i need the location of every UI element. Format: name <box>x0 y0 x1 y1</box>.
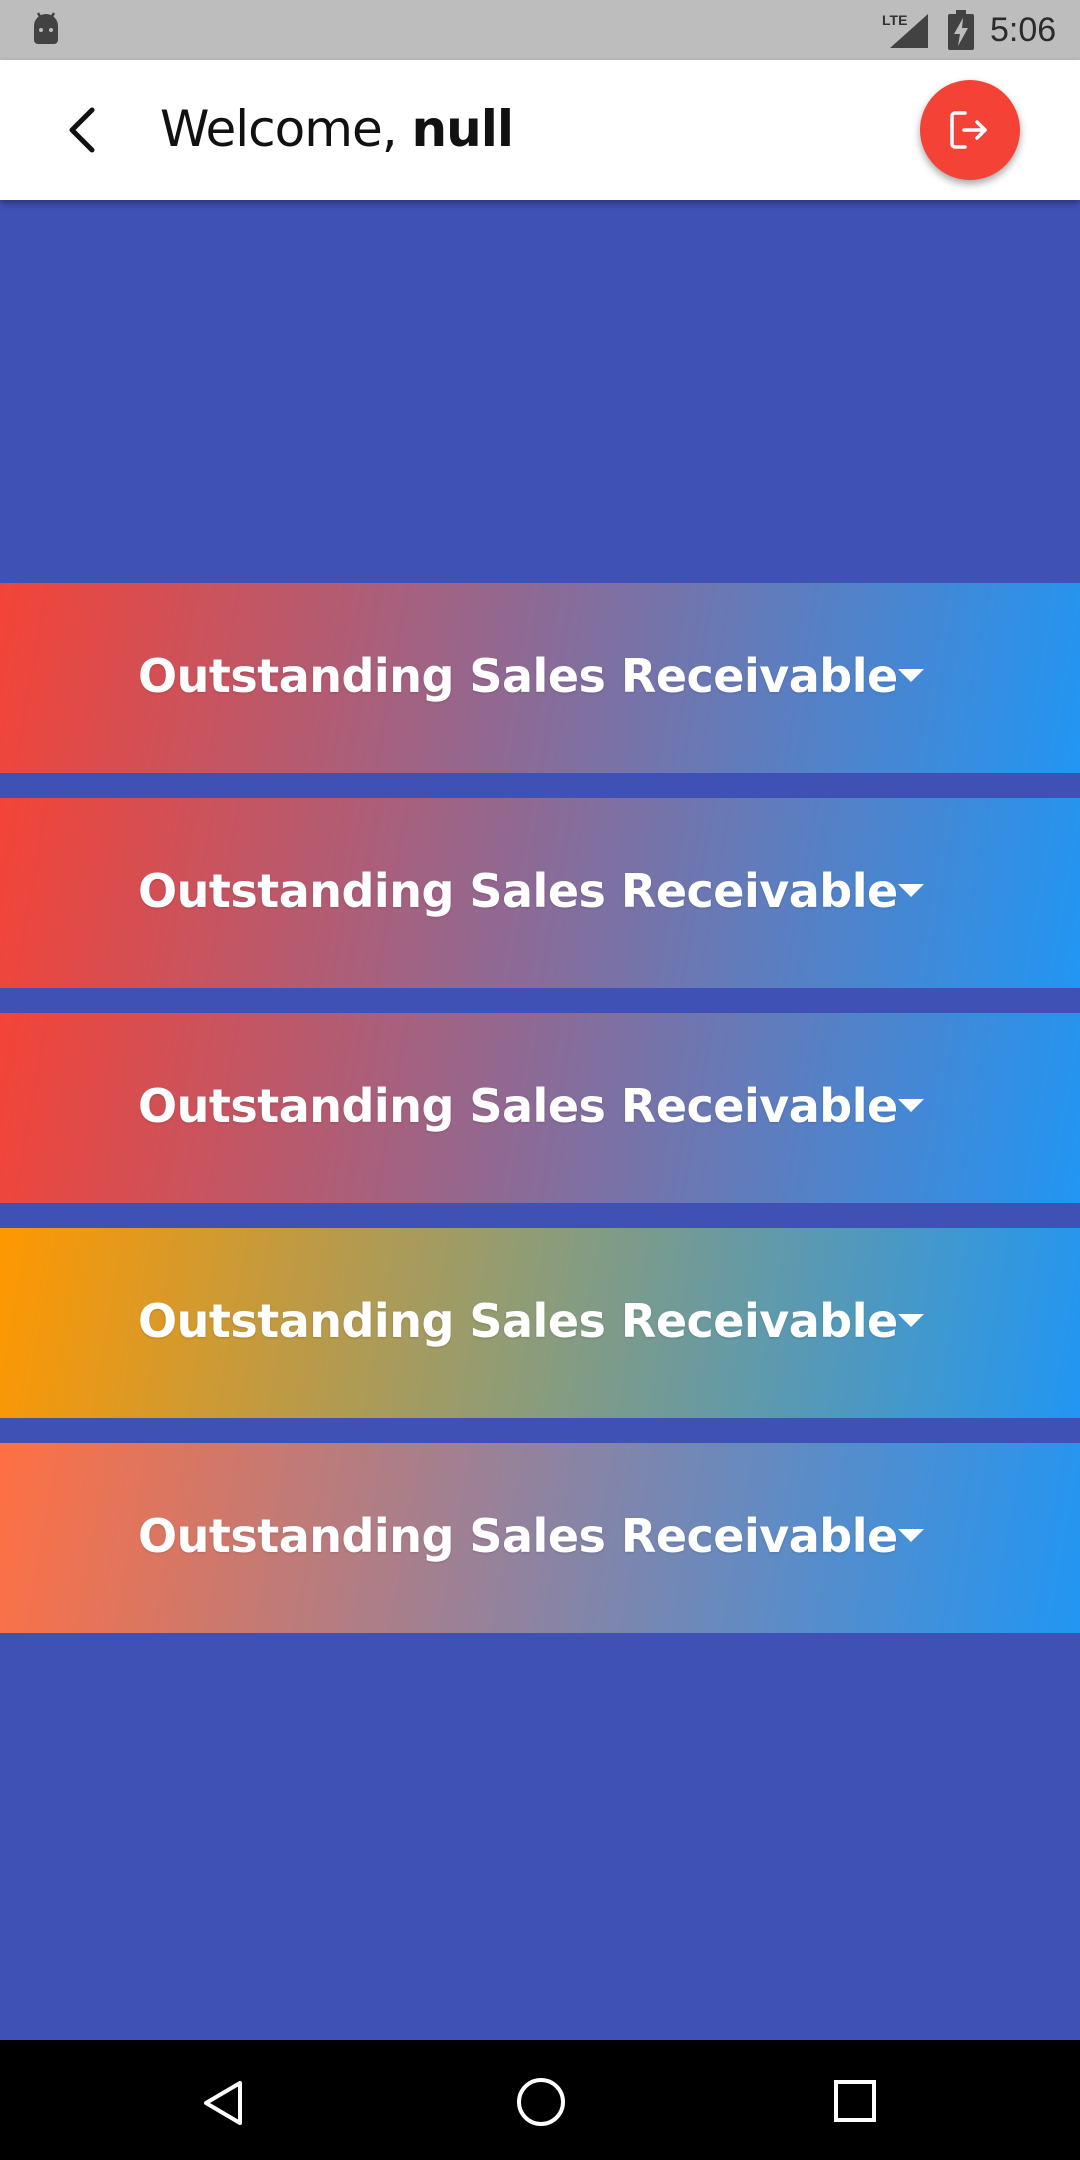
page-title: Welcome, null <box>160 100 514 158</box>
back-arrow-icon[interactable] <box>52 98 116 162</box>
logout-icon <box>950 111 987 149</box>
dropdown-arrow-icon[interactable] <box>898 1099 924 1113</box>
card-title: Outstanding Sales Receivable <box>138 649 898 703</box>
dropdown-arrow-icon[interactable] <box>898 1314 924 1328</box>
nav-home-icon[interactable] <box>515 2076 567 2128</box>
screen: LTE 5:06 Welcome, null Outstanding Sales… <box>0 0 1080 2160</box>
logout-button[interactable] <box>920 80 1020 180</box>
card-title: Outstanding Sales Receivable <box>138 1294 898 1348</box>
card-title: Outstanding Sales Receivable <box>138 1079 898 1133</box>
nav-recents-icon[interactable] <box>832 2078 878 2124</box>
signal-icon <box>890 14 928 48</box>
card-outstanding-sales-5[interactable]: Outstanding Sales Receivable <box>0 1443 1080 1633</box>
dropdown-arrow-icon[interactable] <box>898 1529 924 1543</box>
card-outstanding-sales-3[interactable]: Outstanding Sales Receivable <box>0 1013 1080 1203</box>
battery-charging-icon <box>948 10 974 50</box>
welcome-prefix: Welcome, <box>160 100 398 158</box>
status-clock: 5:06 <box>990 11 1057 49</box>
app-bar: Welcome, null <box>0 60 1080 200</box>
system-nav-bar <box>0 2040 1080 2160</box>
card-outstanding-sales-4[interactable]: Outstanding Sales Receivable <box>0 1228 1080 1418</box>
card-outstanding-sales-1[interactable]: Outstanding Sales Receivable <box>0 583 1080 773</box>
card-title: Outstanding Sales Receivable <box>138 864 898 918</box>
nav-back-icon[interactable] <box>200 2078 250 2128</box>
dropdown-arrow-icon[interactable] <box>898 669 924 683</box>
card-outstanding-sales-2[interactable]: Outstanding Sales Receivable <box>0 798 1080 988</box>
android-icon <box>34 12 58 44</box>
card-title: Outstanding Sales Receivable <box>138 1509 898 1563</box>
dropdown-arrow-icon[interactable] <box>898 884 924 898</box>
user-name: null <box>411 100 514 158</box>
status-bar: LTE 5:06 <box>0 0 1080 60</box>
